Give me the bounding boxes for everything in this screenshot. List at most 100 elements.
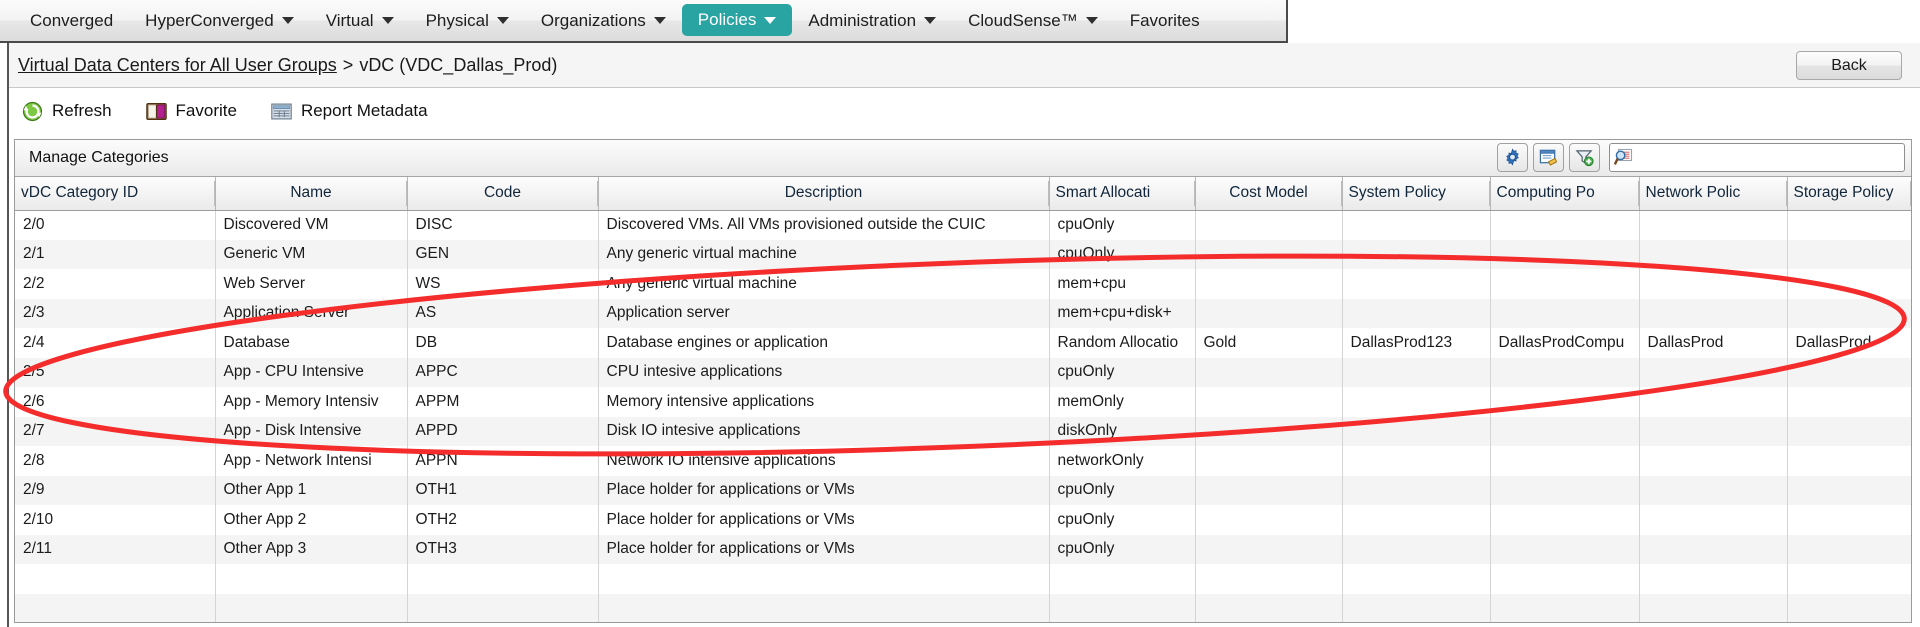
- column-header-computing[interactable]: Computing Po: [1490, 177, 1640, 211]
- cell-code: OTH2: [407, 505, 599, 535]
- cell-cost: [1195, 269, 1343, 299]
- cell-cost: [1195, 357, 1343, 387]
- column-header-network[interactable]: Network Polic: [1639, 177, 1788, 211]
- cell-network: [1639, 505, 1788, 535]
- cell-desc: Discovered VMs. All VMs provisioned outs…: [598, 210, 1050, 240]
- nav-item-favorites[interactable]: Favorites: [1114, 0, 1216, 41]
- cell-empty: [1639, 564, 1788, 594]
- chevron-down-icon: [496, 17, 509, 24]
- cell-system: [1342, 505, 1491, 535]
- table-header: vDC Category ID Name Code Description Smart …: [15, 177, 1911, 211]
- cell-name: Generic VM: [215, 239, 408, 269]
- nav-item-label: Virtual: [325, 10, 374, 30]
- column-header-label: Description: [784, 184, 863, 202]
- column-header-code[interactable]: Code: [407, 177, 599, 211]
- manage-categories-panel: Manage Categories vDC Category ID Name C…: [14, 139, 1912, 623]
- table-row[interactable]: 2/7 App - Disk Intensive APPD Disk IO intes…: [15, 416, 1911, 446]
- cell-empty: [15, 593, 216, 622]
- panel-toolbar: [1492, 143, 1905, 172]
- cell-storage: [1787, 475, 1911, 505]
- nav-item-cloudsense[interactable]: CloudSense™: [952, 0, 1114, 41]
- column-header-id[interactable]: vDC Category ID: [15, 177, 216, 211]
- table-row[interactable]: 2/9 Other App 1 OTH1 Place holder for appli…: [15, 475, 1911, 505]
- cell-id: 2/11: [15, 534, 216, 564]
- action-label: Report Metadata: [300, 101, 428, 120]
- cell-code: DB: [407, 328, 599, 358]
- cell-network: [1639, 387, 1788, 417]
- cell-empty: [1342, 564, 1491, 594]
- nav-item-label: CloudSense™: [968, 10, 1078, 30]
- table-row[interactable]: 2/0 Discovered VM DISC Discovered VMs. All …: [15, 210, 1911, 240]
- search-box[interactable]: [1609, 143, 1905, 172]
- column-resize-handle[interactable]: [1909, 181, 1910, 206]
- cell-empty: [215, 593, 408, 622]
- column-header-system[interactable]: System Policy: [1342, 177, 1491, 211]
- breadcrumb-root-link[interactable]: Virtual Data Centers for All User Groups: [18, 55, 337, 75]
- cell-empty: [1787, 564, 1911, 594]
- cell-desc: CPU intesive applications: [598, 357, 1050, 387]
- nav-item-policies[interactable]: Policies: [681, 4, 793, 36]
- search-input[interactable]: [1638, 144, 1904, 171]
- nav-item-physical[interactable]: Physical: [410, 0, 525, 41]
- nav-item-administration[interactable]: Administration: [792, 0, 952, 41]
- cell-storage: [1787, 416, 1911, 446]
- nav-item-converged[interactable]: Converged: [14, 0, 129, 41]
- categories-table: vDC Category ID Name Code Description Smart …: [15, 177, 1911, 622]
- column-header-desc[interactable]: Description: [598, 177, 1050, 211]
- table-row[interactable]: 2/6 App - Memory Intensiv APPM Memory inten…: [15, 387, 1911, 417]
- action-refresh[interactable]: Refresh: [22, 101, 112, 122]
- table-row[interactable]: 2/2 Web Server WS Any generic virtual machi…: [15, 269, 1911, 299]
- column-header-label: Cost Model: [1229, 184, 1308, 202]
- cell-code: AS: [407, 298, 599, 328]
- cell-storage: [1787, 298, 1911, 328]
- table-row[interactable]: 2/11 Other App 3 OTH3 Place holder for appl…: [15, 534, 1911, 564]
- breadcrumb-bar: Virtual Data Centers for All User Groups…: [0, 43, 1920, 88]
- nav-item-hyperconverged[interactable]: HyperConverged: [129, 0, 310, 41]
- table-row[interactable]: 2/5 App - CPU Intensive APPC CPU intesive a…: [15, 357, 1911, 387]
- cell-name: App - Memory Intensiv: [215, 387, 408, 417]
- left-rail-divider: [0, 43, 9, 627]
- action-report-metadata[interactable]: Report Metadata: [271, 101, 428, 121]
- nav-item-virtual[interactable]: Virtual: [310, 0, 410, 41]
- action-label: Favorite: [175, 101, 237, 120]
- cell-cost: [1195, 446, 1343, 476]
- add-filter-icon: [1575, 150, 1594, 167]
- categories-table-scroll[interactable]: vDC Category ID Name Code Description Smart …: [15, 177, 1911, 622]
- table-row[interactable]: 2/8 App - Network Intensi APPN Network IO i…: [15, 446, 1911, 476]
- cell-network: [1639, 298, 1788, 328]
- nav-item-label: Organizations: [540, 10, 646, 30]
- cell-system: [1342, 357, 1491, 387]
- cell-code: OTH3: [407, 534, 599, 564]
- table-row[interactable]: 2/10 Other App 2 OTH2 Place holder for appl…: [15, 505, 1911, 535]
- cell-network: [1639, 475, 1788, 505]
- cell-desc: Network IO intensive applications: [598, 446, 1050, 476]
- nav-item-label: Favorites: [1129, 10, 1200, 30]
- cell-smart: diskOnly: [1049, 416, 1196, 446]
- cell-name: App - CPU Intensive: [215, 357, 408, 387]
- settings-gear-button[interactable]: [1497, 143, 1528, 172]
- cell-computing: [1490, 239, 1640, 269]
- add-filter-button[interactable]: [1569, 143, 1600, 172]
- cell-smart: cpuOnly: [1049, 475, 1196, 505]
- column-header-smart[interactable]: Smart Allocati: [1049, 177, 1196, 211]
- nav-item-organizations[interactable]: Organizations: [525, 0, 682, 41]
- cell-smart: memOnly: [1049, 387, 1196, 417]
- back-button[interactable]: Back: [1796, 51, 1902, 80]
- cell-system: DallasProd123: [1342, 328, 1491, 358]
- cell-id: 2/9: [15, 475, 216, 505]
- cell-empty: [1049, 564, 1196, 594]
- action-favorite[interactable]: Favorite: [145, 101, 237, 121]
- table-row[interactable]: 2/4 Database DB Database engines or applica…: [15, 328, 1911, 358]
- column-header-storage[interactable]: Storage Policy: [1787, 177, 1911, 211]
- column-header-name[interactable]: Name: [215, 177, 408, 211]
- cell-code: OTH1: [407, 475, 599, 505]
- export-report-button[interactable]: [1533, 143, 1564, 172]
- cell-cost: [1195, 298, 1343, 328]
- chevron-down-icon: [281, 17, 294, 24]
- cell-empty: [407, 593, 599, 622]
- cell-empty: [215, 564, 408, 594]
- cell-network: [1639, 239, 1788, 269]
- column-header-cost[interactable]: Cost Model: [1195, 177, 1343, 211]
- table-row[interactable]: 2/1 Generic VM GEN Any generic virtual mach…: [15, 239, 1911, 269]
- table-row[interactable]: 2/3 Application Server AS Application serve…: [15, 298, 1911, 328]
